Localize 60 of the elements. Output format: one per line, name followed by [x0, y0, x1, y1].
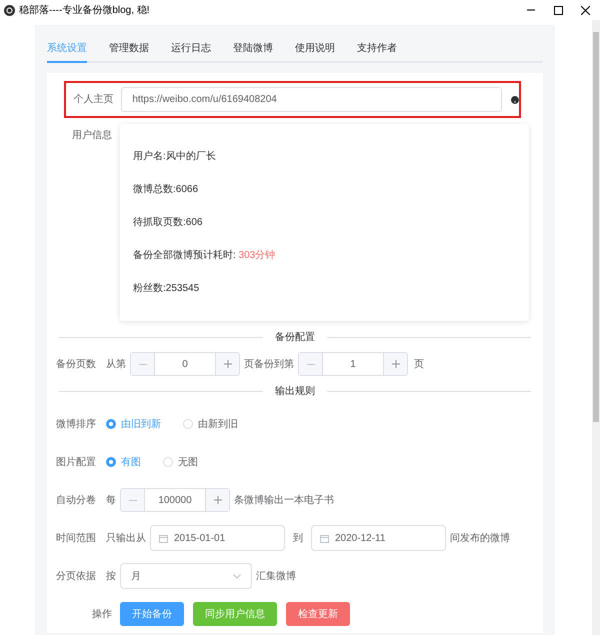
info-line: 微博总数:6066	[133, 183, 200, 197]
radio-button[interactable]	[106, 419, 116, 429]
radio-option[interactable]: 无图	[163, 454, 198, 470]
url-field[interactable]: https://weibo.com/u/6169408204	[121, 87, 502, 112]
number-value: 0	[181, 358, 189, 372]
field-text: 按	[106, 570, 116, 584]
plus-button[interactable]	[205, 489, 229, 511]
calendar-icon	[320, 534, 329, 542]
window-title: 稳部落----专业备份微blog, 稳!	[19, 4, 150, 18]
field-text: 页备份到第	[244, 358, 294, 372]
date-field[interactable]: 2015-01-01	[150, 525, 285, 551]
form-label: 微博排序	[55, 418, 97, 432]
help-icon[interactable]	[511, 96, 519, 104]
tab[interactable]: 使用说明	[295, 37, 335, 61]
number-stepper[interactable]: 1	[298, 352, 408, 376]
tab[interactable]: 运行日志	[171, 37, 211, 61]
field-text: 从第	[106, 358, 126, 372]
field-text: 只输出从	[106, 532, 146, 546]
field-text: 页	[414, 358, 424, 372]
app-icon	[4, 4, 15, 16]
plus-button[interactable]	[383, 353, 407, 375]
field-text: 间发布的微博	[450, 532, 510, 546]
plus-button[interactable]	[215, 353, 239, 375]
form-label: 时间范围	[55, 532, 97, 546]
tab[interactable]: 登陆微博	[233, 37, 273, 61]
tab[interactable]: 管理数据	[109, 37, 149, 61]
select-field[interactable]: 月	[120, 563, 252, 589]
number-stepper[interactable]: 0	[130, 352, 240, 376]
calendar-icon	[159, 534, 168, 542]
plus-icon	[392, 360, 400, 368]
maximize-icon[interactable]	[554, 6, 563, 14]
radio-option[interactable]: 由新到旧	[183, 416, 238, 432]
plus-icon	[224, 360, 232, 368]
radio-button[interactable]	[106, 457, 116, 467]
field-text: 每	[106, 494, 116, 508]
section-title: 输出规则	[274, 384, 316, 398]
field-text: 到	[293, 532, 303, 546]
section-title: 备份配置	[274, 330, 316, 344]
form-label: 操作	[91, 608, 113, 622]
number-stepper[interactable]: 100000	[120, 488, 230, 512]
field-text: 汇集微博	[256, 570, 296, 584]
info-line: 待抓取页数:606	[133, 216, 204, 230]
form-label: 个人主页	[72, 92, 114, 107]
plus-icon	[214, 496, 222, 504]
field-text: 条微博输出一本电子书	[234, 494, 334, 508]
chevron-icon	[233, 574, 241, 578]
date-field[interactable]: 2020-12-11	[311, 525, 446, 551]
tab[interactable]: 支持作者	[357, 37, 397, 61]
form-label: 备份页数	[55, 358, 97, 372]
number-value: 100000	[157, 494, 193, 508]
info-line: 粉丝数:253545	[133, 282, 200, 296]
info-line: 用户名:风中的厂长	[133, 150, 217, 164]
scrollbar-thumb[interactable]	[593, 32, 599, 422]
form-label: 自动分卷	[55, 494, 97, 508]
form-label: 分页依据	[55, 570, 97, 584]
info-line: 备份全部微博预计耗时: 303分钟	[133, 249, 276, 263]
close-icon[interactable]	[581, 6, 590, 14]
number-value: 1	[349, 358, 357, 372]
form-label: 图片配置	[55, 456, 97, 470]
form-label: 用户信息	[71, 128, 113, 143]
